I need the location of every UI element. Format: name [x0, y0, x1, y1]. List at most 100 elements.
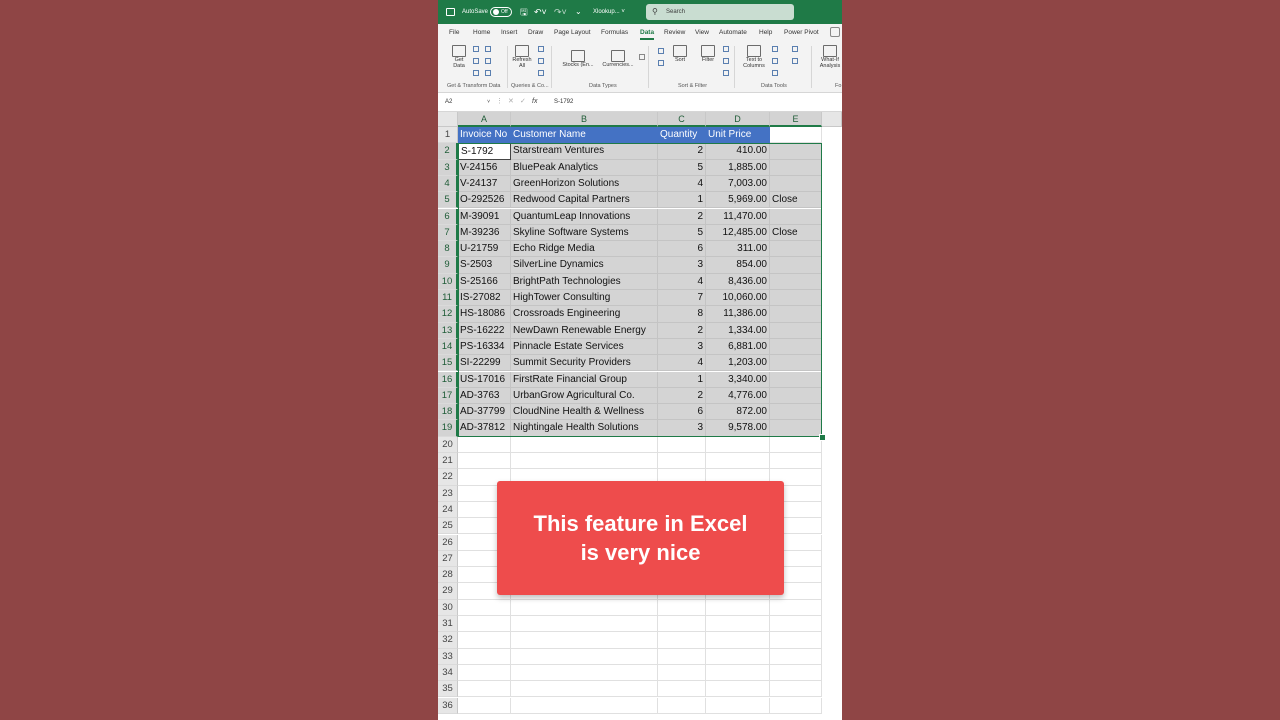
- column-header-d[interactable]: D: [706, 112, 770, 127]
- tab-help[interactable]: Help: [759, 24, 772, 42]
- table-cell[interactable]: O-292526: [458, 192, 511, 209]
- row-header-16[interactable]: 16: [438, 371, 458, 388]
- empty-cell[interactable]: [458, 632, 511, 649]
- tab-page-layout[interactable]: Page Layout: [554, 24, 591, 42]
- table-header-cell[interactable]: Quantity: [658, 127, 706, 144]
- empty-cell[interactable]: [458, 664, 511, 682]
- column-header-c[interactable]: C: [658, 112, 706, 127]
- table-cell[interactable]: HS-18086: [458, 306, 511, 323]
- empty-cell[interactable]: [706, 697, 770, 714]
- table-cell[interactable]: 1,885.00: [706, 159, 770, 176]
- row-header-17[interactable]: 17: [438, 387, 458, 405]
- table-cell[interactable]: AD-3763: [458, 387, 511, 405]
- empty-cell[interactable]: [770, 681, 822, 698]
- sort-button[interactable]: Sort: [670, 45, 690, 63]
- table-cell[interactable]: SI-22299: [458, 355, 511, 372]
- enter-icon[interactable]: ✓: [520, 96, 526, 108]
- table-cell[interactable]: Nightingale Health Solutions: [511, 420, 658, 437]
- table-cell[interactable]: FirstRate Financial Group: [511, 371, 658, 388]
- table-cell[interactable]: U-21759: [458, 241, 511, 258]
- undo-icon[interactable]: ↶˅: [534, 0, 547, 24]
- table-cell[interactable]: 1: [658, 371, 706, 388]
- tab-automate[interactable]: Automate: [719, 24, 747, 42]
- row-header-13[interactable]: 13: [438, 322, 458, 339]
- table-cell[interactable]: 311.00: [706, 241, 770, 258]
- empty-cell[interactable]: [458, 616, 511, 633]
- existing-connections-icon[interactable]: [485, 58, 491, 64]
- table-cell[interactable]: Redwood Capital Partners: [511, 192, 658, 209]
- table-cell[interactable]: 10,060.00: [706, 290, 770, 307]
- empty-cell[interactable]: [770, 616, 822, 633]
- table-cell[interactable]: 8,436.00: [706, 273, 770, 290]
- table-cell[interactable]: 4: [658, 175, 706, 193]
- table-cell[interactable]: 2: [658, 208, 706, 225]
- empty-cell[interactable]: [770, 453, 822, 470]
- autosave-toggle[interactable]: Off: [490, 7, 512, 17]
- empty-cell[interactable]: [511, 681, 658, 698]
- empty-cell[interactable]: [706, 648, 770, 665]
- sort-descending-icon[interactable]: [658, 60, 664, 66]
- table-cell[interactable]: 2: [658, 322, 706, 339]
- data-types-scroll-icon[interactable]: [639, 54, 645, 60]
- empty-cell[interactable]: [770, 436, 822, 453]
- row-header-18[interactable]: 18: [438, 404, 458, 421]
- empty-cell[interactable]: [511, 664, 658, 682]
- table-cell[interactable]: 1: [658, 192, 706, 209]
- row-header-33[interactable]: 33: [438, 648, 458, 665]
- table-cell[interactable]: S-2503: [458, 257, 511, 274]
- table-cell[interactable]: [770, 175, 822, 193]
- table-cell[interactable]: [770, 338, 822, 356]
- row-header-7[interactable]: 7: [438, 224, 458, 242]
- empty-cell[interactable]: [511, 697, 658, 714]
- name-box[interactable]: A2 ˅: [442, 96, 492, 108]
- search-box[interactable]: ⚲ Search: [646, 4, 794, 20]
- table-cell[interactable]: [770, 159, 822, 176]
- row-header-14[interactable]: 14: [438, 338, 458, 356]
- column-header-b[interactable]: B: [511, 112, 658, 127]
- empty-cell[interactable]: [770, 648, 822, 665]
- table-cell[interactable]: 7,003.00: [706, 175, 770, 193]
- empty-cell[interactable]: [511, 436, 658, 453]
- row-header-4[interactable]: 4: [438, 175, 458, 193]
- empty-cell[interactable]: [706, 616, 770, 633]
- flash-fill-icon[interactable]: [772, 46, 778, 52]
- table-cell[interactable]: 3,340.00: [706, 371, 770, 388]
- empty-cell[interactable]: [658, 453, 706, 470]
- row-header-32[interactable]: 32: [438, 632, 458, 649]
- table-cell[interactable]: 12,485.00: [706, 224, 770, 242]
- table-cell[interactable]: 4: [658, 273, 706, 290]
- table-cell[interactable]: [770, 371, 822, 388]
- from-web-icon[interactable]: [473, 58, 479, 64]
- row-header-2[interactable]: 2: [438, 143, 458, 160]
- empty-cell[interactable]: [706, 436, 770, 453]
- row-header-31[interactable]: 31: [438, 616, 458, 633]
- empty-cell[interactable]: [658, 616, 706, 633]
- edit-links-icon[interactable]: [538, 70, 544, 76]
- row-header-3[interactable]: 3: [438, 159, 458, 176]
- file-name[interactable]: Xlookup... ˅: [593, 0, 625, 24]
- tab-power-pivot[interactable]: Power Pivot: [784, 24, 819, 42]
- row-header-12[interactable]: 12: [438, 306, 458, 323]
- row-header-27[interactable]: 27: [438, 550, 458, 568]
- row-header-1[interactable]: 1: [438, 127, 458, 144]
- table-cell[interactable]: PS-16334: [458, 338, 511, 356]
- column-header-f[interactable]: [822, 112, 842, 127]
- empty-cell[interactable]: [511, 632, 658, 649]
- clear-filter-icon[interactable]: [723, 46, 729, 52]
- table-cell[interactable]: 4: [658, 355, 706, 372]
- table-cell[interactable]: M-39236: [458, 224, 511, 242]
- table-cell[interactable]: [770, 420, 822, 437]
- table-cell[interactable]: AD-37799: [458, 404, 511, 421]
- table-header-cell[interactable]: Customer Name: [511, 127, 658, 144]
- quick-access-more-icon[interactable]: ⌄: [575, 0, 582, 24]
- table-cell[interactable]: 7: [658, 290, 706, 307]
- table-cell[interactable]: S-25166: [458, 273, 511, 290]
- consolidate-icon[interactable]: [792, 46, 798, 52]
- table-cell[interactable]: 5,969.00: [706, 192, 770, 209]
- empty-cell[interactable]: [458, 681, 511, 698]
- tab-review[interactable]: Review: [664, 24, 685, 42]
- table-cell[interactable]: 6: [658, 404, 706, 421]
- tab-home[interactable]: Home: [473, 24, 490, 42]
- table-cell[interactable]: [770, 273, 822, 290]
- cancel-icon[interactable]: ✕: [508, 96, 514, 108]
